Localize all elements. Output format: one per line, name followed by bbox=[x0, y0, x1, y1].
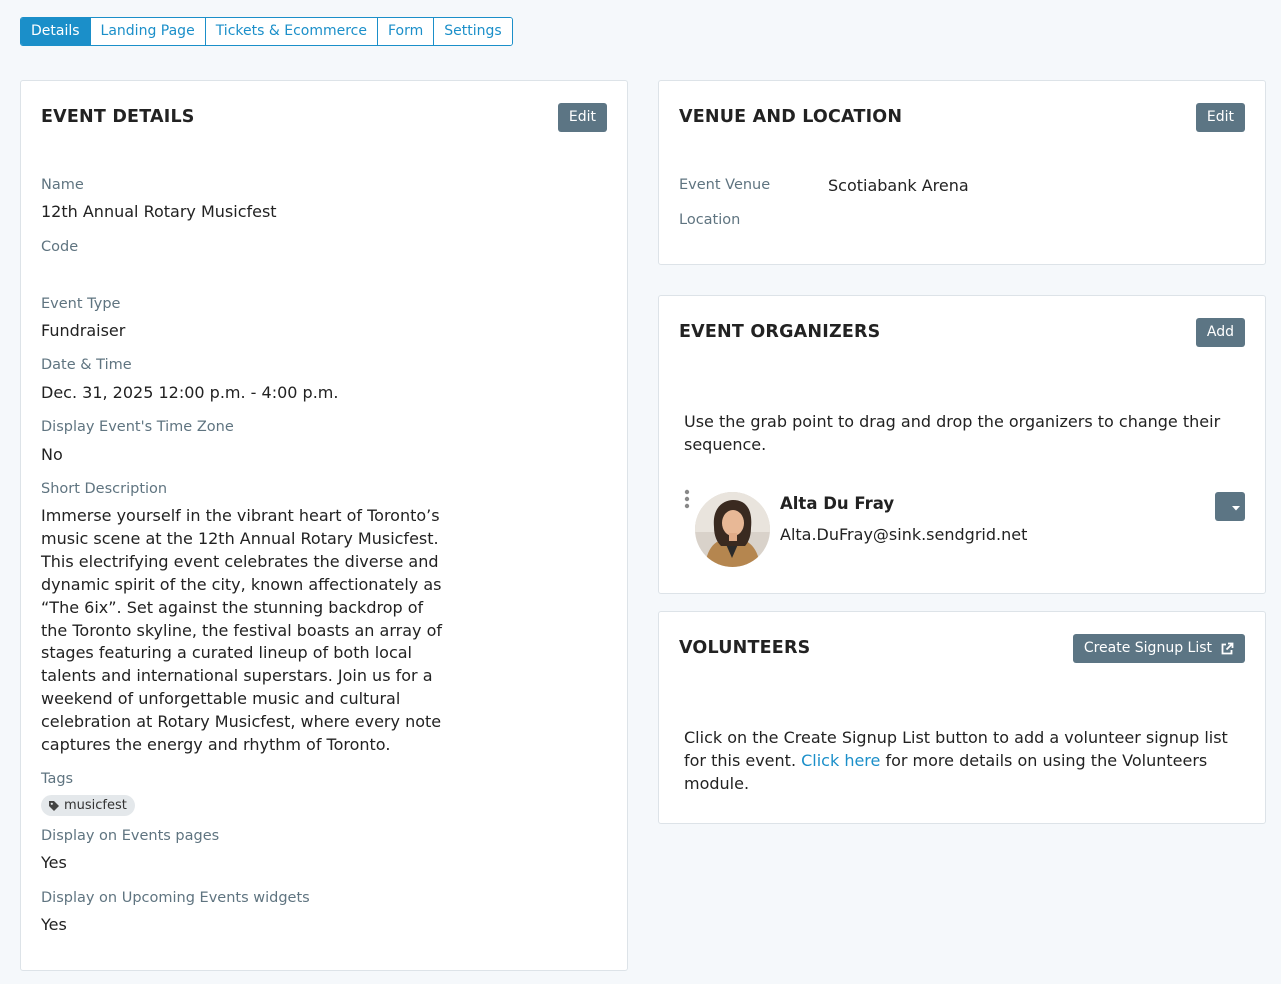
timezone-value: No bbox=[41, 445, 63, 464]
datetime-label: Date & Time bbox=[41, 357, 132, 373]
volunteers-card: VOLUNTEERS Create Signup List Click on t… bbox=[658, 611, 1266, 824]
venue-edit-button[interactable]: Edit bbox=[1195, 103, 1245, 132]
event-organizers-title: EVENT ORGANIZERS bbox=[679, 322, 881, 342]
location-label: Location bbox=[679, 212, 741, 228]
datetime-value: Dec. 31, 2025 12:00 p.m. - 4:00 p.m. bbox=[41, 383, 339, 402]
create-signup-list-label: Create Signup List bbox=[1083, 640, 1212, 656]
organizer-name: Alta Du Fray bbox=[780, 494, 895, 513]
short-description-value: Immerse yourself in the vibrant heart of… bbox=[41, 506, 442, 755]
organizer-email: Alta.DuFray@sink.sendgrid.net bbox=[780, 525, 1028, 544]
event-details-title: EVENT DETAILS bbox=[41, 107, 195, 127]
code-label: Code bbox=[41, 239, 79, 255]
venue-location-title: VENUE AND LOCATION bbox=[679, 107, 903, 127]
short-description-label: Short Description bbox=[41, 481, 168, 497]
event-type-label: Event Type bbox=[41, 296, 121, 312]
upcoming-widgets-value: Yes bbox=[41, 915, 67, 934]
upcoming-widgets-label: Display on Upcoming Events widgets bbox=[41, 890, 310, 906]
tag-chip: musicfest bbox=[41, 795, 135, 816]
tag-icon bbox=[49, 800, 59, 811]
volunteers-title: VOLUNTEERS bbox=[679, 638, 811, 658]
volunteers-info: Click on the Create Signup List button t… bbox=[684, 726, 1229, 795]
organizer-avatar bbox=[695, 492, 770, 567]
tab-landing-page[interactable]: Landing Page bbox=[89, 18, 205, 45]
events-pages-value: Yes bbox=[41, 853, 67, 872]
tab-tickets-ecommerce[interactable]: Tickets & Ecommerce bbox=[204, 18, 377, 45]
create-signup-list-button[interactable]: Create Signup List bbox=[1072, 634, 1245, 663]
organizer-menu-button[interactable] bbox=[1215, 492, 1245, 521]
event-details-edit-button[interactable]: Edit bbox=[557, 103, 607, 132]
name-value: 12th Annual Rotary Musicfest bbox=[41, 202, 277, 221]
organizers-instructions: Use the grab point to drag and drop the … bbox=[684, 412, 1221, 454]
caret-down-icon bbox=[1232, 506, 1240, 511]
event-organizers-card: EVENT ORGANIZERS Add Use the grab point … bbox=[658, 295, 1266, 594]
tab-details[interactable]: Details bbox=[21, 18, 90, 45]
tab-form[interactable]: Form bbox=[376, 18, 434, 45]
tags-label: Tags bbox=[41, 771, 74, 787]
external-link-icon bbox=[1221, 642, 1234, 654]
venue-value: Scotiabank Arena bbox=[828, 176, 969, 195]
venue-location-card: VENUE AND LOCATION Edit Event Venue Scot… bbox=[658, 80, 1266, 265]
add-organizer-button[interactable]: Add bbox=[1195, 318, 1245, 347]
venue-label: Event Venue bbox=[679, 177, 771, 193]
name-label: Name bbox=[41, 177, 84, 193]
tab-bar: Details Landing Page Tickets & Ecommerce… bbox=[20, 17, 513, 46]
tag-label: musicfest bbox=[64, 798, 127, 813]
event-details-card: EVENT DETAILS Edit Name 12th Annual Rota… bbox=[20, 80, 628, 971]
event-type-value: Fundraiser bbox=[41, 321, 126, 340]
events-pages-label: Display on Events pages bbox=[41, 828, 220, 844]
drag-handle-icon[interactable] bbox=[684, 489, 690, 509]
volunteers-help-link[interactable]: Click here bbox=[801, 751, 880, 770]
timezone-label: Display Event's Time Zone bbox=[41, 419, 234, 435]
tab-settings[interactable]: Settings bbox=[433, 18, 512, 45]
